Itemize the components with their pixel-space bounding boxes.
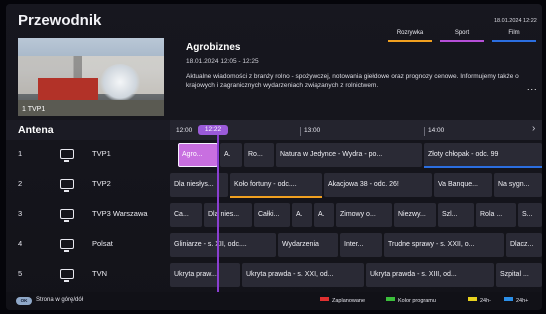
legend-24h-plus[interactable]: 24h+: [504, 297, 528, 304]
legend-scheduled[interactable]: Zaplanowane: [320, 297, 365, 304]
channel-name[interactable]: Polsat: [92, 239, 113, 248]
program-cell[interactable]: Ukryta prawda - s. XIII, od...: [366, 263, 494, 287]
footer-bar: [6, 292, 542, 310]
channel-row-polsat: 4 Polsat Gliniarze - s. XII, odc.... Wyd…: [6, 230, 542, 260]
program-cell[interactable]: Akacjowa 38 - odc. 26!: [324, 173, 432, 197]
legend-24h-minus[interactable]: 24h-: [468, 297, 491, 304]
tv-icon: [60, 179, 74, 192]
program-cell[interactable]: Dla nies...: [204, 203, 252, 227]
channel-row-tvp2: 2 TVP2 Dla niesłys... Koło fortuny - odc…: [6, 170, 542, 200]
program-cell[interactable]: Va Banque...: [434, 173, 492, 197]
channel-name[interactable]: TVP2: [92, 179, 111, 188]
genre-bar: [424, 166, 542, 168]
program-cell[interactable]: Szl...: [438, 203, 474, 227]
program-cell[interactable]: Trudne sprawy - s. XXII, o...: [384, 233, 504, 257]
program-cell[interactable]: Dlacz...: [506, 233, 542, 257]
page-up-down-hint: Strona w górę/dół: [36, 297, 84, 303]
program-cell[interactable]: Natura w Jedynce - Wydra - po...: [276, 143, 422, 167]
legend-program-color[interactable]: Kolor programu: [386, 297, 436, 304]
channel-name[interactable]: TVP1: [92, 149, 111, 158]
program-cell[interactable]: Ukryta prawda - s. XXI, od...: [242, 263, 364, 287]
channel-number: 5: [18, 269, 23, 278]
program-description: Aktualne wiadomości z branży rolno - spo…: [186, 73, 519, 89]
channel-bug: 1 TVP1: [22, 106, 46, 113]
program-cell[interactable]: Ukryta praw...: [170, 263, 240, 287]
program-time: 18.01.2024 12:05 - 12:25: [186, 58, 259, 65]
live-preview-video: 1 TVP1: [18, 38, 164, 116]
tv-guide-screen: Przewodnik 1 TVP1 Agrobiznes 18.01.2024 …: [6, 4, 542, 310]
ok-button-icon[interactable]: OK: [16, 297, 32, 305]
more-options-icon[interactable]: ...: [527, 82, 538, 92]
channel-number: 3: [18, 209, 23, 218]
page-title: Przewodnik: [18, 12, 102, 29]
tv-icon: [60, 149, 74, 162]
time-tick: 13:00: [300, 127, 320, 136]
tv-icon: [60, 209, 74, 222]
current-date: 18.01.2024 12:22: [494, 18, 537, 24]
tab-rozrywka[interactable]: Rozrywka: [388, 30, 432, 42]
program-cell[interactable]: Na sygn...: [494, 173, 542, 197]
program-cell[interactable]: Złoty chłopak - odc. 99: [424, 143, 542, 167]
genre-bar: [230, 196, 322, 198]
program-cell[interactable]: Rola ...: [476, 203, 516, 227]
program-cell[interactable]: Szpital ...: [496, 263, 542, 287]
channel-row-tvp3: 3 TVP3 Warszawa Ca... Dla nies... Całki.…: [6, 200, 542, 230]
program-cell[interactable]: Zimowy o...: [336, 203, 392, 227]
program-cell[interactable]: Ca...: [170, 203, 202, 227]
program-cell[interactable]: Koło fortuny - odc....: [230, 173, 322, 197]
time-tick: 12:00: [176, 127, 193, 134]
tab-sport[interactable]: Sport: [440, 30, 484, 42]
channel-name[interactable]: TVN: [92, 269, 107, 278]
program-cell[interactable]: S...: [518, 203, 542, 227]
chevron-right-icon[interactable]: ›: [532, 123, 535, 134]
program-cell[interactable]: Inter...: [340, 233, 382, 257]
channel-row-tvn: 5 TVN Ukryta praw... Ukryta prawda - s. …: [6, 260, 542, 290]
program-cell[interactable]: Niezwy...: [394, 203, 436, 227]
now-indicator-line: [217, 135, 219, 295]
channel-number: 4: [18, 239, 23, 248]
channel-number: 2: [18, 179, 23, 188]
program-title: Agrobiznes: [186, 42, 241, 53]
program-cell[interactable]: A.: [220, 143, 242, 167]
program-cell[interactable]: Wydarzenia: [278, 233, 338, 257]
program-cell[interactable]: A.: [314, 203, 334, 227]
tv-icon: [60, 239, 74, 252]
channel-name[interactable]: TVP3 Warszawa: [92, 209, 148, 218]
program-cell-selected[interactable]: Agro...: [178, 143, 218, 167]
program-cell[interactable]: A.: [292, 203, 312, 227]
current-time-marker: 12:22: [198, 125, 228, 135]
program-cell[interactable]: Gliniarze - s. XII, odc....: [170, 233, 276, 257]
category-tabs: Rozrywka Sport Film: [388, 30, 538, 42]
program-cell[interactable]: Ro...: [244, 143, 274, 167]
tv-icon: [60, 269, 74, 282]
channel-row-tvp1: 1 TVP1 Agro... A. Ro... Natura w Jedynce…: [6, 140, 542, 170]
program-cell[interactable]: Całki...: [254, 203, 290, 227]
program-cell[interactable]: Dla niesłys...: [170, 173, 228, 197]
channel-number: 1: [18, 149, 23, 158]
source-label[interactable]: Antena: [18, 124, 54, 136]
time-tick: 14:00: [424, 127, 444, 136]
tab-film[interactable]: Film: [492, 30, 536, 42]
